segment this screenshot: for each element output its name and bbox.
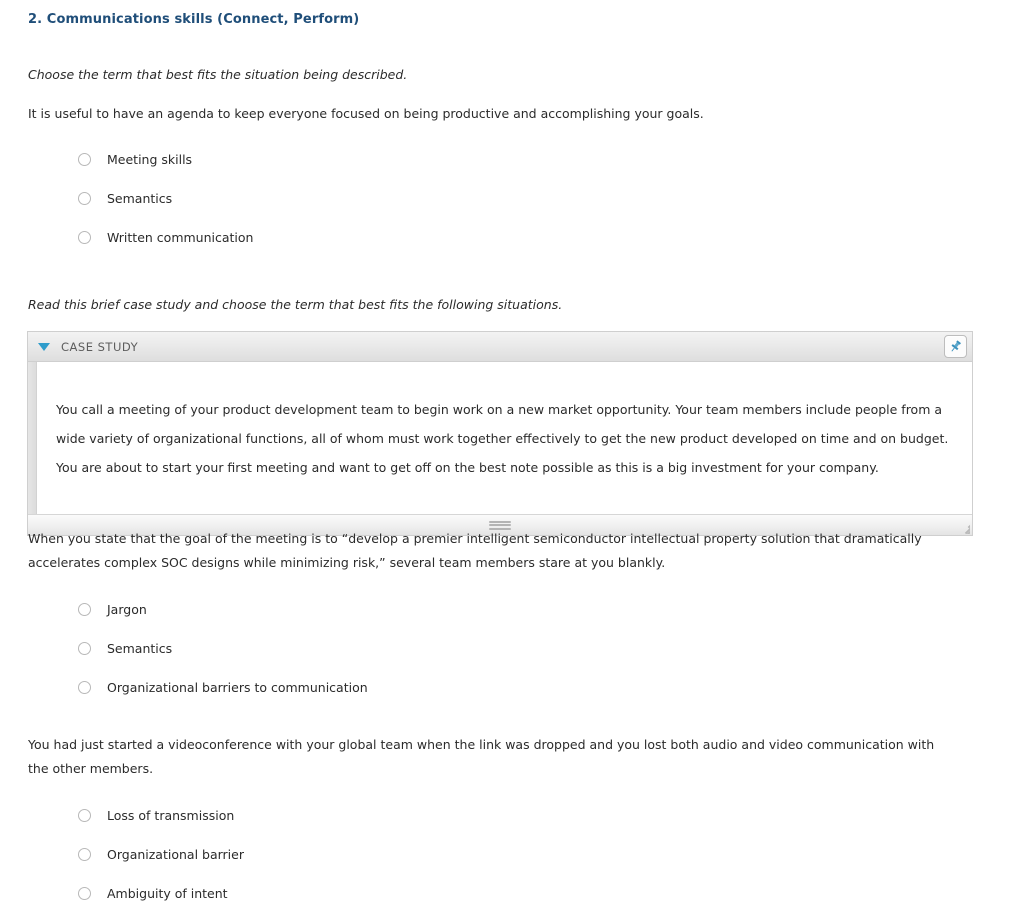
instruction-text-2: Read this brief case study and choose th… (28, 297, 563, 312)
instruction-text-1: Choose the term that best fits the situa… (28, 67, 408, 82)
case-study-header[interactable]: CASE STUDY (28, 332, 972, 362)
options-list-2: Jargon Semantics Organizational barriers… (28, 590, 974, 707)
radio-button-icon[interactable] (78, 642, 91, 655)
triangle-down-icon[interactable] (38, 342, 50, 351)
option-row[interactable]: Semantics (28, 629, 974, 668)
option-label: Organizational barrier (107, 846, 244, 862)
case-study-body: You call a meeting of your product devel… (28, 362, 972, 514)
radio-button-icon[interactable] (78, 153, 91, 166)
radio-button-icon[interactable] (78, 681, 91, 694)
question-prompt-2: When you state that the goal of the meet… (28, 531, 922, 570)
option-label: Written communication (107, 229, 254, 245)
radio-button-icon[interactable] (78, 848, 91, 861)
case-study-gutter (28, 362, 37, 514)
option-row[interactable]: Organizational barrier (28, 835, 974, 874)
option-label: Meeting skills (107, 151, 193, 167)
option-label: Semantics (107, 640, 173, 656)
option-row[interactable]: Organizational barriers to communication (28, 668, 974, 707)
pushpin-icon (951, 340, 961, 352)
option-row[interactable]: Loss of transmission (28, 796, 974, 835)
radio-button-icon[interactable] (78, 809, 91, 822)
option-label: Ambiguity of intent (107, 885, 228, 901)
question-block-2: When you state that the goal of the meet… (28, 527, 974, 707)
option-label: Loss of transmission (107, 807, 235, 823)
question-block-3: You had just started a videoconference w… (28, 733, 974, 913)
question-prompt-1: It is useful to have an agenda to keep e… (28, 106, 704, 121)
option-label: Semantics (107, 190, 173, 206)
case-study-text: You call a meeting of your product devel… (56, 401, 949, 475)
option-row[interactable]: Ambiguity of intent (28, 874, 974, 913)
radio-button-icon[interactable] (78, 231, 91, 244)
case-study-title: CASE STUDY (61, 339, 139, 354)
option-row[interactable]: Meeting skills (28, 140, 974, 179)
case-study-panel: CASE STUDY You call a meeting of your pr… (27, 331, 973, 536)
radio-button-icon[interactable] (78, 192, 91, 205)
options-list-1: Meeting skills Semantics Written communi… (28, 140, 974, 257)
page-title: 2. Communications skills (Connect, Perfo… (28, 12, 360, 27)
question-prompt-3: You had just started a videoconference w… (28, 737, 935, 776)
option-row[interactable]: Jargon (28, 590, 974, 629)
radio-button-icon[interactable] (78, 887, 91, 900)
option-row[interactable]: Semantics (28, 179, 974, 218)
option-label: Organizational barriers to communication (107, 679, 368, 695)
option-row[interactable]: Written communication (28, 218, 974, 257)
option-label: Jargon (107, 601, 147, 617)
radio-button-icon[interactable] (78, 603, 91, 616)
options-list-3: Loss of transmission Organizational barr… (28, 796, 974, 913)
pin-button[interactable] (944, 335, 967, 358)
question-block-1: It is useful to have an agenda to keep e… (28, 102, 974, 257)
quiz-page: 2. Communications skills (Connect, Perfo… (0, 0, 1024, 918)
